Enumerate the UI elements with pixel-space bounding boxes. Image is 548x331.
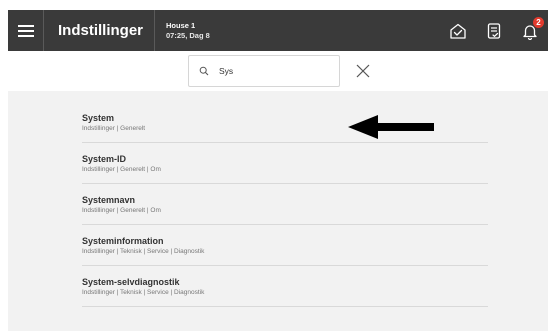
search-box[interactable] [188,55,340,87]
result-path: Indstillinger | Teknisk | Service | Diag… [82,289,205,296]
result-item-systemnavn[interactable]: Systemnavn Indstillinger | Generelt | Om [82,184,488,225]
notification-badge: 2 [533,17,544,28]
home-icon [450,23,466,39]
house-time: 07:25, Dag 8 [166,30,210,40]
result-item-systeminformation[interactable]: Systeminformation Indstillinger | Teknis… [82,225,488,266]
result-title: System-selvdiagnostik [82,277,180,287]
menu-button[interactable] [8,10,44,51]
result-title: System-ID [82,154,127,164]
report-button[interactable] [476,10,512,51]
house-name: House 1 [166,20,196,30]
result-title: Systemnavn [82,195,136,205]
clear-search-button[interactable] [351,59,375,83]
notifications-button[interactable]: 2 [512,10,548,51]
close-icon [356,64,370,78]
result-item-system-id[interactable]: System-ID Indstillinger | Generelt | Om [82,143,488,184]
search-input[interactable] [219,66,329,76]
result-title: System [82,113,115,123]
results-panel: System Indstillinger | Generelt System-I… [8,91,548,331]
house-info: House 1 07:25, Dag 8 [155,21,210,41]
result-title: Systeminformation [82,236,164,246]
search-icon [189,66,219,76]
search-row [8,51,548,91]
home-button[interactable] [440,10,476,51]
top-icons: 2 [440,10,548,51]
result-path: Indstillinger | Generelt [82,125,146,132]
report-icon [487,22,501,39]
result-item-system-selvdiagnostik[interactable]: System-selvdiagnostik Indstillinger | Te… [82,266,488,307]
result-path: Indstillinger | Teknisk | Service | Diag… [82,248,205,255]
page-title: Indstillinger [44,10,156,51]
menu-icon [17,24,34,37]
annotation-arrow-icon [348,115,434,139]
result-path: Indstillinger | Generelt | Om [82,207,161,214]
result-path: Indstillinger | Generelt | Om [82,166,161,173]
top-bar: Indstillinger House 1 07:25, Dag 8 2 [8,10,548,51]
